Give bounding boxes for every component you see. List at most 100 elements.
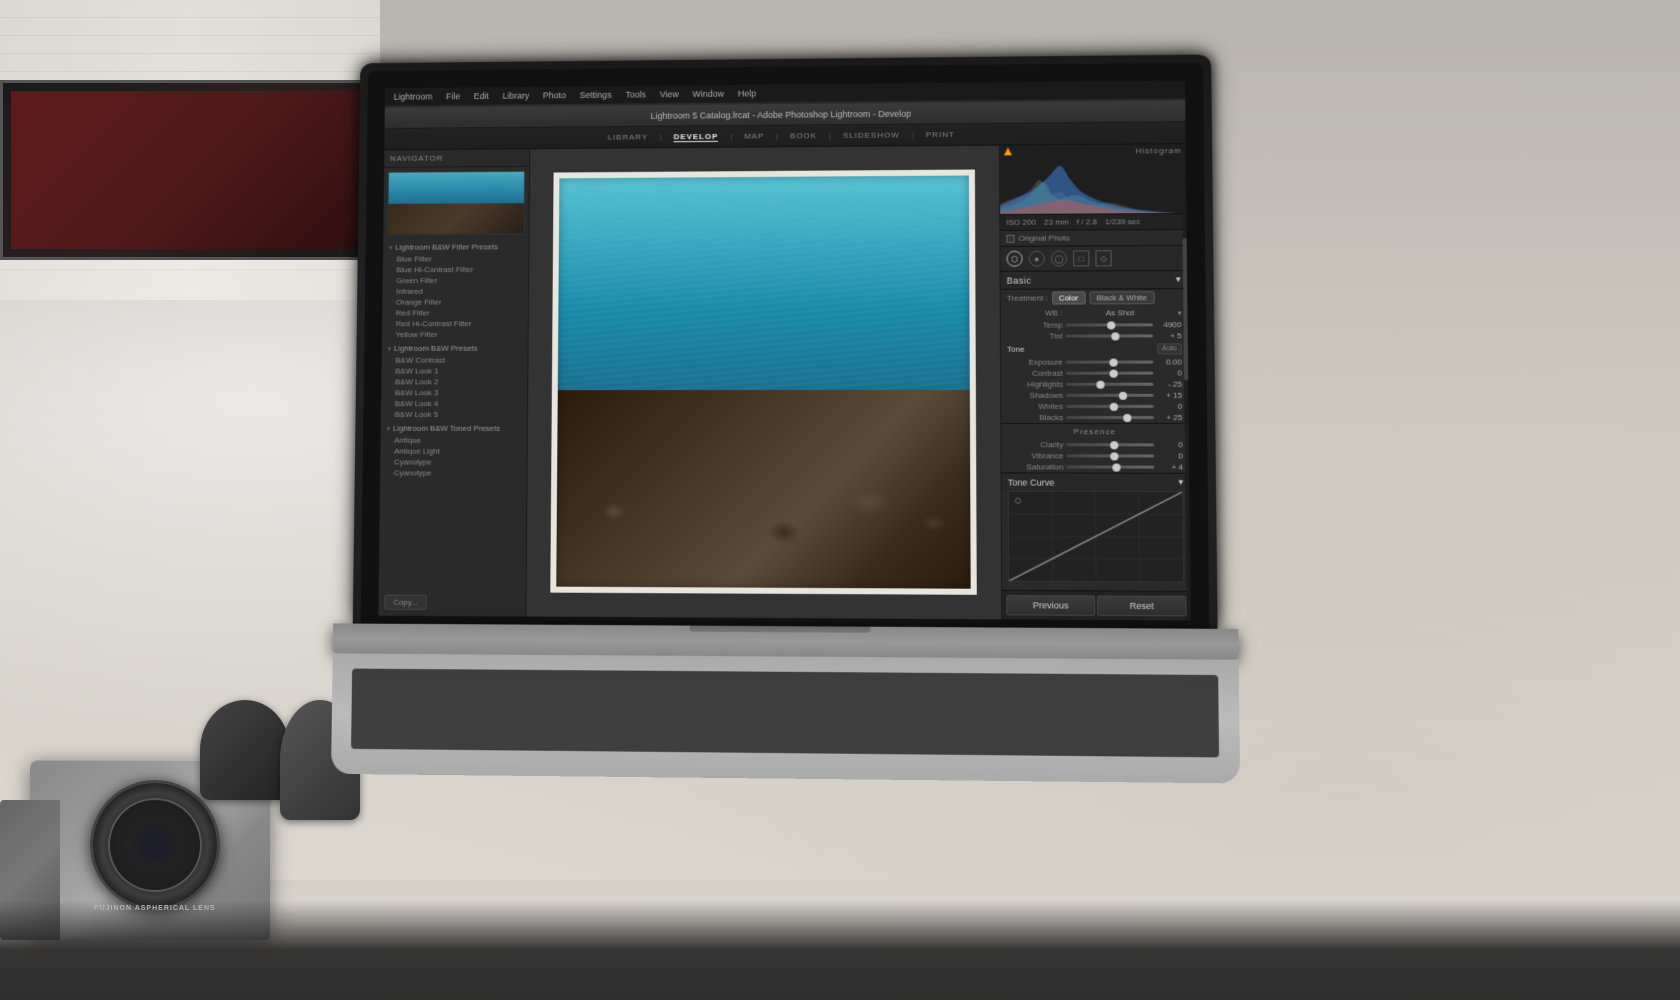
treatment-row: Treatment : Color Black & White <box>1001 289 1188 307</box>
preset-orange-filter[interactable]: Orange Filter <box>384 296 526 307</box>
red-eye-tool[interactable]: ◯ <box>1051 251 1067 267</box>
preset-cyanotype[interactable]: Cyanotype <box>382 457 524 468</box>
module-slideshow[interactable]: SLIDESHOW <box>843 131 900 140</box>
right-panel: Histogram <box>999 144 1191 620</box>
menu-edit[interactable]: Edit <box>471 91 492 101</box>
contrast-slider[interactable] <box>1066 372 1154 375</box>
wb-row: WB : As Shot ▾ <box>1001 306 1188 320</box>
shadows-thumb[interactable] <box>1118 391 1126 399</box>
preset-red-hi-contrast[interactable]: Red Hi-Contrast Filter <box>384 318 526 329</box>
graduated-filter-tool[interactable]: □ <box>1073 250 1089 266</box>
reset-button[interactable]: Reset <box>1097 595 1186 616</box>
menu-view[interactable]: View <box>657 89 682 99</box>
module-develop[interactable]: DEVELOP <box>674 132 719 142</box>
histogram-panel: Histogram <box>1000 144 1187 215</box>
spot-heal-tool[interactable]: ● <box>1029 251 1045 267</box>
menu-help[interactable]: Help <box>735 89 759 99</box>
preset-red-filter[interactable]: Red Filter <box>384 307 526 318</box>
module-library[interactable]: LIBRARY <box>608 133 648 142</box>
highlights-slider[interactable] <box>1066 383 1154 386</box>
exif-shutter: 1/239 sec <box>1105 217 1140 226</box>
menu-library[interactable]: Library <box>500 91 533 101</box>
left-panel-buttons: Copy... Paste <box>384 595 530 615</box>
bw-button[interactable]: Black & White <box>1089 291 1154 304</box>
tone-curve-chart <box>1009 492 1183 582</box>
preset-group-header-bwtoned[interactable]: Lightroom B&W Toned Presets <box>383 422 525 435</box>
whites-thumb[interactable] <box>1110 402 1118 410</box>
menu-lightroom[interactable]: Lightroom <box>391 92 436 102</box>
exposure-label: Exposure <box>1007 358 1063 367</box>
menu-photo[interactable]: Photo <box>540 90 569 100</box>
highlights-slider-row: Highlights - 25 <box>1001 379 1188 390</box>
preset-antique[interactable]: Antique <box>382 435 524 446</box>
preset-blue-hi-contrast[interactable]: Blue Hi-Contrast Filter <box>385 264 527 275</box>
bottom-buttons: Previous Reset <box>1002 590 1191 621</box>
menu-tools[interactable]: Tools <box>622 90 649 100</box>
module-book[interactable]: BOOK <box>790 131 817 140</box>
clarity-slider[interactable] <box>1066 443 1154 446</box>
preset-yellow-filter[interactable]: Yellow Filter <box>384 329 526 340</box>
preset-bw-look3[interactable]: B&W Look 3 <box>383 387 525 398</box>
whites-slider[interactable] <box>1066 405 1154 408</box>
tint-slider[interactable] <box>1066 334 1153 337</box>
saturation-slider[interactable] <box>1067 465 1155 468</box>
menu-window[interactable]: Window <box>690 89 728 99</box>
wb-dropdown[interactable]: ▾ <box>1178 309 1182 317</box>
basic-collapse-icon[interactable]: ▾ <box>1176 274 1181 285</box>
tone-curve-panel[interactable] <box>1008 491 1184 583</box>
wb-value[interactable]: As Shot <box>1065 308 1174 317</box>
temp-slider-thumb[interactable] <box>1107 321 1115 329</box>
scrollbar-thumb[interactable] <box>1183 238 1189 380</box>
module-print[interactable]: PRINT <box>926 130 955 139</box>
histogram-chart <box>1000 153 1177 214</box>
exposure-slider[interactable] <box>1066 361 1153 364</box>
blacks-thumb[interactable] <box>1123 413 1131 421</box>
vibrance-thumb[interactable] <box>1110 452 1118 460</box>
preset-bw-look5[interactable]: B&W Look 5 <box>383 409 525 420</box>
highlights-thumb[interactable] <box>1097 380 1105 388</box>
exposure-thumb[interactable] <box>1109 358 1117 366</box>
main-area: Navigator <box>378 144 1190 620</box>
crop-tool[interactable]: ⬡ <box>1006 251 1022 267</box>
menu-settings[interactable]: Settings <box>577 90 615 100</box>
saturation-thumb[interactable] <box>1112 463 1120 471</box>
temp-slider[interactable] <box>1066 323 1153 326</box>
lightroom-app: Lightroom File Edit Library Photo Settin… <box>378 81 1190 621</box>
temp-value: 4900 <box>1156 320 1182 329</box>
preset-blue-filter[interactable]: Blue Filter <box>385 253 527 264</box>
preset-bw-contrast[interactable]: B&W Contrast <box>384 355 526 366</box>
radial-filter-tool[interactable]: ◇ <box>1095 250 1111 266</box>
preset-group-header-bwpresets[interactable]: Lightroom B&W Presets <box>384 342 526 355</box>
preset-bw-look1[interactable]: B&W Look 1 <box>383 365 525 376</box>
contrast-thumb[interactable] <box>1110 369 1118 377</box>
blacks-label: Blacks <box>1007 413 1063 422</box>
preset-infrared[interactable]: Infrared <box>384 286 526 297</box>
original-photo-checkbox[interactable] <box>1006 234 1014 242</box>
exif-focal: 23 mm <box>1044 218 1069 227</box>
preset-green-filter[interactable]: Green Filter <box>385 275 527 286</box>
tone-curve-collapse-icon[interactable]: ▾ <box>1178 477 1183 488</box>
basic-label: Basic <box>1007 275 1032 285</box>
preset-bw-look2[interactable]: B&W Look 2 <box>383 376 525 387</box>
preset-antique-light[interactable]: Antique Light <box>382 446 524 457</box>
curve-dot <box>1015 498 1021 504</box>
screen-bezel: Lightroom File Edit Library Photo Settin… <box>361 62 1210 628</box>
saturation-label: Saturation <box>1008 462 1064 471</box>
previous-button[interactable]: Previous <box>1006 595 1095 616</box>
preset-cyanotype2[interactable]: Cyanotype <box>382 467 525 478</box>
tint-slider-thumb[interactable] <box>1111 332 1119 340</box>
tone-curve-header: Tone Curve ▾ <box>1002 472 1190 491</box>
shadows-slider[interactable] <box>1066 394 1154 397</box>
preset-bw-look4[interactable]: B&W Look 4 <box>383 398 525 409</box>
module-map[interactable]: MAP <box>744 132 764 141</box>
blacks-slider[interactable] <box>1066 416 1154 419</box>
clarity-thumb[interactable] <box>1110 441 1118 449</box>
menu-file[interactable]: File <box>443 91 463 101</box>
keyboard-keys <box>351 669 1219 758</box>
auto-button[interactable]: Auto <box>1157 343 1182 354</box>
color-button[interactable]: Color <box>1052 291 1086 304</box>
copy-button[interactable]: Copy... <box>384 595 426 610</box>
preset-group-header-bwfilter[interactable]: Lightroom B&W Filter Presets <box>385 240 527 253</box>
tint-slider-row: Tint + 5 <box>1001 330 1188 341</box>
vibrance-slider[interactable] <box>1066 454 1154 457</box>
